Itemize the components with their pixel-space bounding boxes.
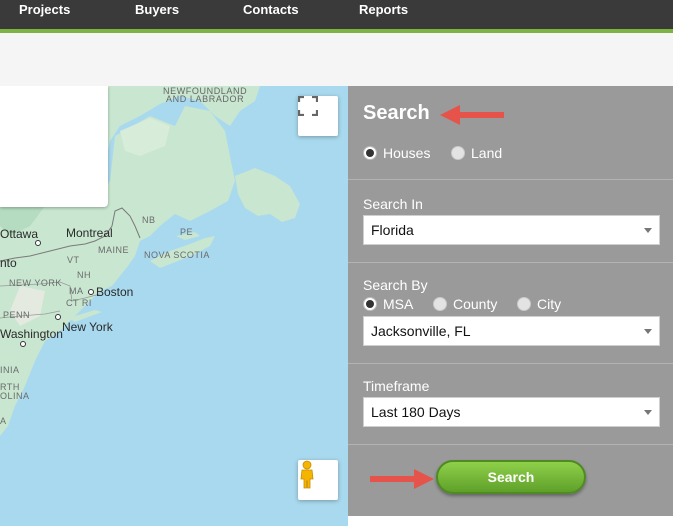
search-panel-title: Search bbox=[363, 102, 430, 124]
map-label-sc: A bbox=[0, 416, 7, 426]
map-label-nb: NB bbox=[142, 215, 156, 225]
search-by-value: Jacksonville, FL bbox=[371, 323, 471, 339]
map-label-carolina: OLINA bbox=[0, 391, 30, 401]
map-label-ma: MA bbox=[69, 286, 84, 296]
chevron-down-icon bbox=[644, 329, 652, 334]
annotation-arrow-icon bbox=[370, 469, 434, 489]
city-dot-new-york[interactable] bbox=[55, 314, 61, 320]
nav-contacts[interactable]: Contacts bbox=[243, 2, 299, 17]
map-label-virginia: INIA bbox=[0, 365, 20, 375]
radio-button[interactable] bbox=[433, 297, 447, 311]
search-button[interactable]: Search bbox=[436, 460, 586, 494]
city-dot-boston[interactable] bbox=[88, 289, 94, 295]
radio-label-land: Land bbox=[471, 145, 503, 161]
radio-city[interactable]: City bbox=[517, 296, 561, 312]
map-label-penn: PENN bbox=[3, 310, 31, 320]
radio-county[interactable]: County bbox=[433, 296, 497, 312]
radio-label-houses: Houses bbox=[383, 145, 431, 161]
radio-button-selected[interactable] bbox=[363, 146, 377, 160]
nav-projects[interactable]: Projects bbox=[19, 2, 70, 17]
radio-msa[interactable]: MSA bbox=[363, 296, 413, 312]
map-label-maine: MAINE bbox=[98, 245, 130, 255]
map-label-vt: VT bbox=[67, 255, 80, 265]
nav-buyers[interactable]: Buyers bbox=[135, 2, 179, 17]
search-in-label: Search In bbox=[363, 196, 423, 212]
map-label-ct-ri: CT RI bbox=[66, 298, 92, 308]
map-label-montreal: Montreal bbox=[66, 226, 113, 240]
map-label-nh: NH bbox=[77, 270, 91, 280]
panel-footer bbox=[348, 516, 673, 526]
city-dot-washington[interactable] bbox=[20, 341, 26, 347]
radio-land[interactable]: Land bbox=[451, 145, 502, 161]
top-nav-bar: Projects Buyers Contacts Reports bbox=[0, 0, 673, 29]
search-by-label: Search By bbox=[363, 277, 428, 293]
map-label-nova-scotia: NOVA SCOTIA bbox=[144, 250, 210, 260]
annotation-arrow-icon bbox=[440, 105, 504, 125]
radio-houses[interactable]: Houses bbox=[363, 145, 430, 161]
map-view[interactable]: NEWFOUNDLAND AND LABRADOR NB PE NOVA SCO… bbox=[0, 86, 348, 526]
radio-button[interactable] bbox=[517, 297, 531, 311]
map-info-popup bbox=[0, 86, 108, 207]
radio-button-selected[interactable] bbox=[363, 297, 377, 311]
search-in-select[interactable]: Florida bbox=[363, 215, 660, 245]
timeframe-label: Timeframe bbox=[363, 378, 430, 394]
map-label-pe: PE bbox=[180, 227, 194, 237]
timeframe-section: Timeframe Last 180 Days bbox=[348, 363, 673, 444]
map-label-boston: Boston bbox=[96, 285, 134, 299]
sub-header-bar bbox=[0, 33, 673, 86]
timeframe-value: Last 180 Days bbox=[371, 404, 461, 420]
map-label-washington: Washington bbox=[0, 327, 63, 341]
radio-label-msa: MSA bbox=[383, 296, 414, 312]
map-label-new-york: New York bbox=[62, 320, 113, 334]
radio-label-county: County bbox=[453, 296, 498, 312]
search-panel: Search Houses Land Search In Florida Sea… bbox=[348, 86, 673, 516]
radio-button[interactable] bbox=[451, 146, 465, 160]
map-label-ottawa: Ottawa bbox=[0, 227, 39, 241]
timeframe-select[interactable]: Last 180 Days bbox=[363, 397, 660, 427]
radio-dot bbox=[366, 149, 374, 157]
chevron-down-icon bbox=[644, 228, 652, 233]
street-view-button[interactable] bbox=[298, 460, 338, 500]
nav-reports[interactable]: Reports bbox=[359, 2, 408, 17]
radio-dot bbox=[366, 300, 374, 308]
city-dot-ottawa[interactable] bbox=[35, 240, 41, 246]
fullscreen-icon bbox=[298, 96, 318, 116]
search-by-section: Search By MSA County City Jacksonville, … bbox=[348, 262, 673, 363]
radio-label-city: City bbox=[537, 296, 562, 312]
search-in-section: Search In Florida bbox=[348, 179, 673, 262]
street-view-pegman-icon bbox=[300, 460, 314, 489]
map-label-labrador: AND LABRADOR bbox=[166, 94, 245, 104]
map-label-toronto: nto bbox=[0, 256, 17, 270]
search-by-select[interactable]: Jacksonville, FL bbox=[363, 316, 660, 346]
map-label-new-york-state: NEW YORK bbox=[9, 278, 62, 288]
chevron-down-icon bbox=[644, 410, 652, 415]
fullscreen-button[interactable] bbox=[298, 96, 338, 136]
search-in-value: Florida bbox=[371, 222, 414, 238]
land-newfoundland bbox=[235, 168, 300, 222]
